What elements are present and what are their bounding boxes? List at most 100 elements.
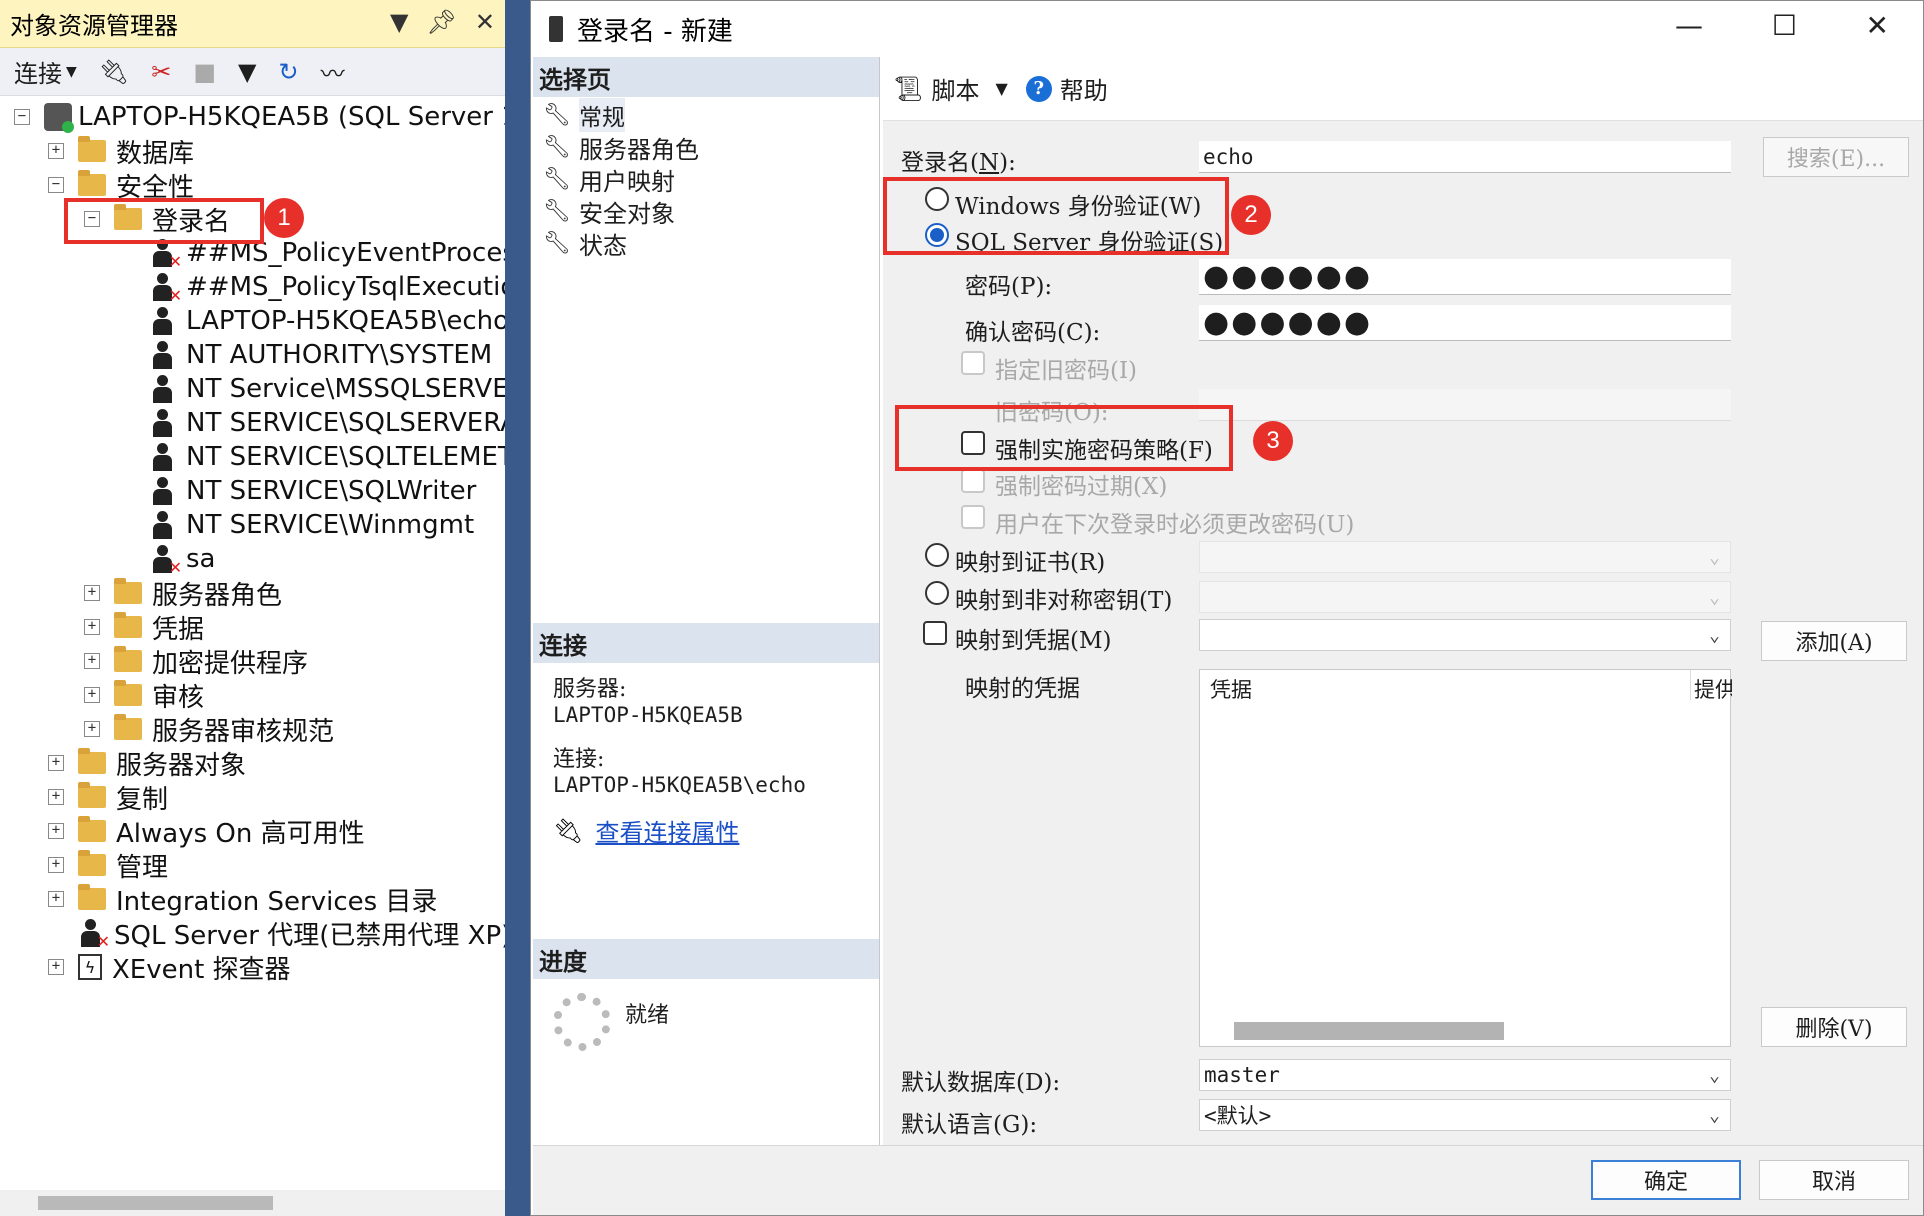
activity-monitor-icon[interactable]: 〰 [321,54,345,89]
server-label: 服务器: [553,677,627,702]
map-asym-key-label[interactable]: 映射到非对称密钥(T) [955,581,1172,615]
disconnect-icon[interactable]: ✂︎ [151,58,171,86]
mapped-credentials-grid[interactable]: 凭据 提供程 [1199,669,1732,1047]
expand-icon[interactable]: + [48,143,64,159]
tree-node-audit-specs[interactable]: + 服务器审核规范 [84,712,334,747]
expand-icon[interactable]: + [48,857,64,873]
tree-node-replication[interactable]: + 复制 [48,780,168,815]
default-database-label: 默认数据库(D): [901,1070,1061,1096]
grid-column-separator[interactable] [1690,670,1691,700]
tree-node-server-roles[interactable]: + 服务器角色 [84,576,282,611]
script-icon: 📜︎ [893,74,924,103]
login-item[interactable]: NT Service\MSSQLSERVER [150,372,505,406]
login-item[interactable]: NT SERVICE\SQLTELEMETRY [150,440,505,474]
login-item[interactable]: NT SERVICE\SQLWriter [150,474,476,508]
tree-node-server-objects[interactable]: + 服务器对象 [48,746,246,781]
wrench-icon: 🔧︎ [543,198,571,224]
connect-plug-icon[interactable]: 🔌︎ [99,58,129,86]
expand-icon[interactable]: + [48,891,64,907]
asym-key-dropdown: ⌄ [1199,581,1731,613]
login-item[interactable]: LAPTOP-H5KQEA5B\echo [150,304,505,338]
connect-button[interactable]: 连接 ▼ [14,54,77,89]
login-item[interactable]: ✕ sa [150,542,215,577]
minimize-icon[interactable]: — [1675,9,1703,42]
dialog-title: 登录名 - 新建 [577,16,733,47]
map-credential-checkbox[interactable] [923,621,947,645]
collapse-icon[interactable]: − [48,177,64,193]
refresh-icon[interactable]: ↻ [279,58,299,86]
default-language-dropdown[interactable]: <默认> ⌄ [1199,1099,1731,1131]
page-general[interactable]: 🔧︎ 常规 [533,98,879,132]
expand-icon[interactable]: + [48,755,64,771]
page-user-mapping[interactable]: 🔧︎ 用户映射 [533,163,879,196]
cancel-button[interactable]: 取消 [1759,1160,1909,1200]
login-item[interactable]: NT AUTHORITY\SYSTEM [150,338,492,372]
tree-node-audits[interactable]: + 审核 [84,678,204,713]
tree-node-sql-agent[interactable]: ✕ SQL Server 代理(已禁用代理 XP) [78,916,505,951]
expand-icon[interactable]: + [84,653,100,669]
specify-old-password-label: 指定旧密码(I) [995,358,1138,384]
login-item[interactable]: NT SERVICE\Winmgmt [150,508,474,542]
expand-icon[interactable]: + [84,687,100,703]
search-button[interactable]: 搜索(E)... [1763,137,1909,177]
page-securables[interactable]: 🔧︎ 安全对象 [533,195,879,228]
tree-node-xevent[interactable]: + ϟ XEvent 探查器 [48,950,291,985]
tree-node-databases[interactable]: + 数据库 [48,134,194,169]
tree-node-credentials[interactable]: + 凭据 [84,610,204,645]
script-button[interactable]: 📜︎ 脚本 ▼ [893,71,1008,106]
close-icon[interactable]: ✕ [475,8,495,36]
tree-node-always-on[interactable]: + Always On 高可用性 [48,814,365,849]
expand-icon[interactable]: + [84,619,100,635]
ok-button[interactable]: 确定 [1591,1160,1741,1200]
credential-dropdown[interactable]: ⌄ [1199,619,1731,651]
page-server-roles[interactable]: 🔧︎ 服务器角色 [533,131,879,164]
grid-scrollbar-thumb[interactable] [1234,1022,1504,1040]
tree-node-crypto-providers[interactable]: + 加密提供程序 [84,644,308,679]
tree-node-management[interactable]: + 管理 [48,848,168,883]
dropdown-icon[interactable]: ▼ [390,8,408,36]
expand-icon[interactable]: + [48,959,64,975]
agent-disabled-icon: ✕ [78,919,110,951]
default-database-dropdown[interactable]: master ⌄ [1199,1059,1731,1091]
folder-icon [78,748,106,774]
tree-node-integration-services[interactable]: + Integration Services 目录 [48,882,437,917]
map-credential-label[interactable]: 映射到凭据(M) [955,621,1112,655]
dialog-titlebar: 登录名 - 新建 — ☐ ✕ [531,1,1923,57]
add-button[interactable]: 添加(A) [1761,621,1907,661]
grid-header-credential[interactable]: 凭据 [1210,674,1252,704]
help-button[interactable]: ? 帮助 [1025,71,1108,106]
map-asym-key-radio[interactable] [925,581,949,605]
pin-icon[interactable]: 📌︎ [426,8,456,36]
expand-icon[interactable]: + [84,721,100,737]
login-item[interactable]: NT SERVICE\SQLSERVERAGI [150,406,505,440]
tree-node-server[interactable]: − LAPTOP-H5KQEA5B (SQL Server 16.0 [14,100,505,134]
maximize-icon[interactable]: ☐ [1772,9,1797,42]
filter-icon[interactable]: ▼ [238,58,256,86]
login-name-input[interactable]: echo [1199,141,1731,173]
folder-icon [114,714,142,740]
close-icon[interactable]: ✕ [1866,9,1889,42]
expand-icon[interactable]: + [48,789,64,805]
folder-icon [78,884,106,910]
expand-icon[interactable]: + [84,585,100,601]
chevron-down-icon: ⌄ [1709,546,1720,568]
password-input[interactable]: ●●●●●● [1199,259,1731,295]
wrench-icon: 🔧︎ [543,102,571,128]
server-value: LAPTOP-H5KQEA5B [553,703,743,727]
remove-button[interactable]: 删除(V) [1761,1007,1907,1047]
user-icon [150,307,174,335]
map-cert-label[interactable]: 映射到证书(R) [955,543,1105,577]
tree-node-security[interactable]: − 安全性 [48,168,194,203]
collapse-icon[interactable]: − [14,109,30,125]
page-status[interactable]: 🔧︎ 状态 [533,227,879,260]
view-connection-properties-link[interactable]: 查看连接属性 [595,813,739,848]
grid-header-provider[interactable]: 提供程 [1694,674,1732,704]
horizontal-scrollbar[interactable] [0,1190,505,1216]
scrollbar-thumb[interactable] [38,1196,273,1210]
annotation-badge-1: 1 [264,198,304,238]
confirm-password-input[interactable]: ●●●●●● [1199,305,1731,341]
map-cert-radio[interactable] [925,543,949,567]
login-item[interactable]: ✕##MS_PolicyTsqlExecutionL [150,270,505,305]
expand-icon[interactable]: + [48,823,64,839]
specify-old-password-checkbox [961,351,985,375]
